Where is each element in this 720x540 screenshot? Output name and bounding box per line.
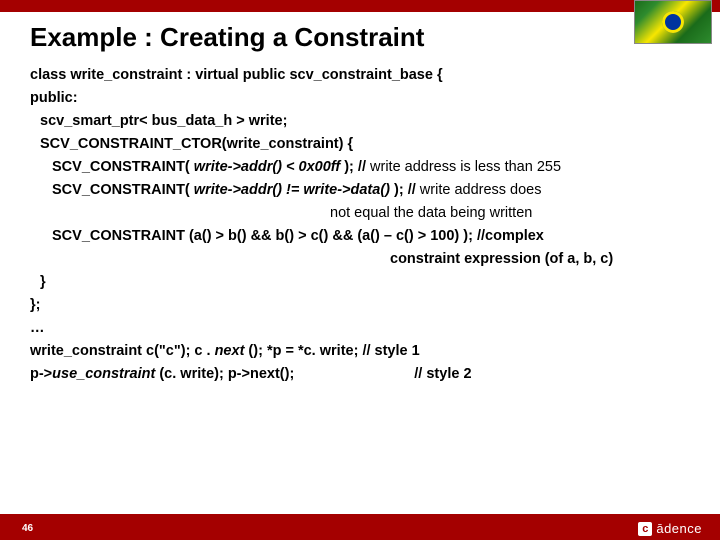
code-line: SCV_CONSTRAINT( write->addr() < 0x00ff )… bbox=[30, 157, 690, 177]
logo-icon: c bbox=[638, 522, 652, 536]
code-line: … bbox=[30, 318, 690, 338]
cadence-logo: c ādence bbox=[638, 521, 702, 536]
page-number: 46 bbox=[22, 523, 33, 534]
code-line: public: bbox=[30, 88, 690, 108]
code-text: ); //complex bbox=[459, 228, 544, 244]
code-text: SCV_CONSTRAINT( bbox=[52, 182, 194, 198]
code-text: write->addr() != write->data() bbox=[194, 182, 390, 198]
code-line: SCV_CONSTRAINT( write->addr() != write->… bbox=[30, 180, 690, 200]
slide-title: Example : Creating a Constraint bbox=[30, 22, 424, 53]
logo-text: ādence bbox=[656, 521, 702, 536]
code-text: SCV_CONSTRAINT bbox=[52, 228, 189, 244]
code-comment-cont: constraint expression (of a, b, c) bbox=[30, 249, 690, 269]
code-comment: // style 2 bbox=[414, 366, 471, 382]
code-line: } bbox=[30, 272, 690, 292]
code-block: class write_constraint : virtual public … bbox=[30, 62, 690, 387]
slide: Example : Creating a Constraint class wr… bbox=[0, 0, 720, 540]
code-comment: write address does bbox=[420, 182, 542, 198]
code-comment: write address is less than 255 bbox=[370, 159, 561, 175]
corner-image bbox=[634, 0, 712, 44]
code-text: (); *p = *c. write; // style 1 bbox=[244, 343, 419, 359]
code-text: write_constraint c("c"); c . bbox=[30, 343, 215, 359]
code-line: p->use_constraint (c. write); p->next();… bbox=[30, 364, 690, 384]
code-text: (a() > b() && b() > c() && (a() – c() > … bbox=[189, 228, 459, 244]
code-text: ); // bbox=[340, 159, 370, 175]
code-line: SCV_CONSTRAINT_CTOR(write_constraint) { bbox=[30, 134, 690, 154]
top-bar bbox=[0, 0, 720, 12]
code-text: (c. write); p->next(); bbox=[155, 366, 294, 382]
code-text: ); // bbox=[390, 182, 420, 198]
code-comment-cont: not equal the data being written bbox=[30, 203, 690, 223]
code-line: SCV_CONSTRAINT (a() > b() && b() > c() &… bbox=[30, 226, 690, 246]
code-line: write_constraint c("c"); c . next (); *p… bbox=[30, 341, 690, 361]
footer-bar: 46 c ādence bbox=[0, 514, 720, 540]
code-line: }; bbox=[30, 295, 690, 315]
code-line: scv_smart_ptr< bus_data_h > write; bbox=[30, 111, 690, 131]
code-text: use_constraint bbox=[52, 366, 155, 382]
code-text: write->addr() < 0x00ff bbox=[194, 159, 340, 175]
code-text: p-> bbox=[30, 366, 52, 382]
code-text: next bbox=[215, 343, 245, 359]
code-text: SCV_CONSTRAINT( bbox=[52, 159, 194, 175]
code-line: class write_constraint : virtual public … bbox=[30, 65, 690, 85]
